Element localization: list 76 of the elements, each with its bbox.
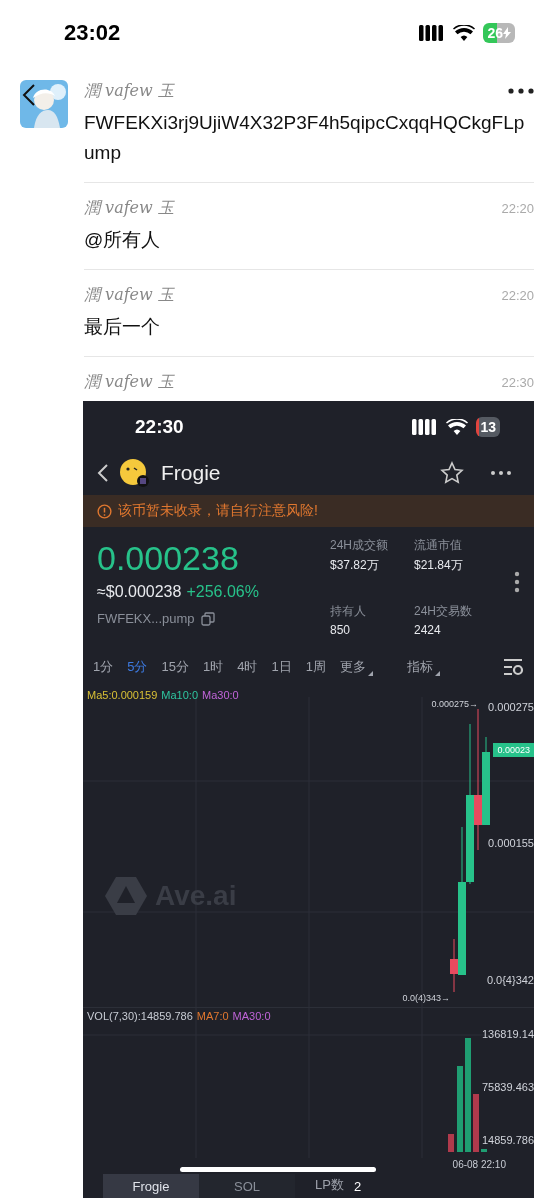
more-icon[interactable] bbox=[490, 470, 512, 476]
interval-tab[interactable]: 1时 bbox=[202, 658, 224, 676]
status-time: 22:30 bbox=[135, 416, 184, 438]
interval-tab[interactable]: 更多 bbox=[339, 658, 373, 676]
message-time: 22:30 bbox=[501, 374, 534, 390]
price-axis-label: 0.000275 bbox=[488, 701, 534, 713]
chart-settings-icon[interactable] bbox=[504, 658, 524, 676]
stat-value: 2424 bbox=[414, 622, 442, 637]
price-marker: 0.000275→ bbox=[431, 699, 478, 709]
token-icon bbox=[119, 458, 151, 488]
asset-tab[interactable]: Frogie bbox=[103, 1174, 199, 1198]
volume-axis-label: 136819.14 bbox=[482, 1028, 534, 1040]
signal-icon bbox=[412, 419, 439, 435]
message-text: @所有人 bbox=[84, 228, 162, 252]
usd-price: ≈$0.000238 bbox=[97, 583, 182, 601]
stat-value: 850 bbox=[330, 622, 352, 637]
star-icon[interactable] bbox=[440, 461, 464, 485]
volume-bar bbox=[481, 1149, 487, 1152]
stat-label: 流通市值 bbox=[414, 537, 463, 554]
price-axis-label: 0.0{4}342 bbox=[486, 974, 534, 986]
asset-tab[interactable]: SOL bbox=[199, 1174, 295, 1198]
stat-value: $21.84万 bbox=[414, 557, 464, 574]
status-time: 23:02 bbox=[64, 20, 121, 46]
sender-name: 潤 vafew 玉 bbox=[84, 371, 174, 393]
vertical-more-icon[interactable] bbox=[514, 571, 520, 593]
volume-bar bbox=[448, 1134, 454, 1152]
ma-legend: Ma10:0 bbox=[161, 689, 199, 701]
current-price-tag: 0.00023 bbox=[493, 743, 534, 757]
stat-value: $37.82万 bbox=[330, 557, 380, 574]
contract-address: FWFEKX...pump bbox=[97, 611, 195, 626]
interval-tab[interactable]: 4时 bbox=[237, 658, 258, 676]
volume-legend: VOL(7,30):14859.786 bbox=[87, 1010, 193, 1022]
interval-tab[interactable]: 1分 bbox=[93, 658, 114, 676]
stat-label: 24H交易数 bbox=[414, 602, 473, 620]
ma-legend: Ma30:0 bbox=[202, 689, 239, 701]
back-icon[interactable] bbox=[22, 84, 36, 106]
sender-name: 潤 vafew 玉 bbox=[84, 197, 174, 219]
interval-tab[interactable]: 指标 bbox=[406, 658, 440, 676]
interval-tab[interactable]: 1日 bbox=[271, 658, 292, 676]
volume-axis-label: 75839.463 bbox=[482, 1081, 534, 1093]
token-name: Frogie bbox=[161, 461, 222, 485]
ma-legend: Ma5:0.000159 bbox=[87, 689, 158, 701]
volume-legend: MA7:0 bbox=[196, 1010, 229, 1022]
price-marker: 0.0(4)343→ bbox=[402, 993, 450, 1003]
dropdown-icon bbox=[434, 671, 440, 676]
interval-tab[interactable]: 5分 bbox=[127, 658, 148, 676]
volume-axis-label: 14859.786 bbox=[482, 1134, 534, 1146]
stat-label: 24H成交额 bbox=[330, 537, 389, 554]
interval-tab[interactable]: 15分 bbox=[161, 658, 189, 676]
sender-name: 潤 vafew 玉 bbox=[84, 80, 174, 102]
dropdown-icon bbox=[367, 671, 373, 676]
volume-legend: MA30:0 bbox=[232, 1010, 271, 1022]
copy-icon[interactable] bbox=[200, 611, 215, 626]
wifi-icon bbox=[446, 419, 469, 435]
more-icon[interactable] bbox=[508, 88, 534, 94]
interval-tab[interactable]: 1周 bbox=[305, 658, 326, 676]
lp-value: 2 bbox=[353, 1179, 362, 1194]
stat-label: 持有人 bbox=[330, 602, 367, 620]
warning-text: 该币暂未收录，请自行注意风险! bbox=[118, 502, 318, 520]
warning-icon bbox=[97, 503, 112, 519]
battery-level: 13 bbox=[476, 417, 500, 437]
message-text: FWFEKXi3rj9UjiW4X32P3F4h5qipcCxqqHQCkgFLpump bbox=[84, 111, 526, 165]
sender-name: 潤 vafew 玉 bbox=[84, 284, 174, 306]
time-axis-label: 06-08 22:10 bbox=[452, 1159, 506, 1170]
message-time: 22:20 bbox=[501, 200, 534, 216]
avatar[interactable] bbox=[20, 80, 68, 128]
price: 0.000238 bbox=[97, 538, 240, 579]
logo-icon bbox=[105, 877, 147, 915]
price-axis-label: 0.000155 bbox=[488, 837, 534, 849]
message-text: 最后一个 bbox=[84, 315, 161, 339]
wifi-icon bbox=[453, 25, 476, 41]
message-time: 22:20 bbox=[501, 287, 534, 303]
lp-label: LP数 bbox=[315, 1176, 344, 1194]
price-change: +256.06% bbox=[186, 583, 259, 601]
volume-bar bbox=[473, 1094, 479, 1152]
signal-icon bbox=[419, 25, 446, 41]
